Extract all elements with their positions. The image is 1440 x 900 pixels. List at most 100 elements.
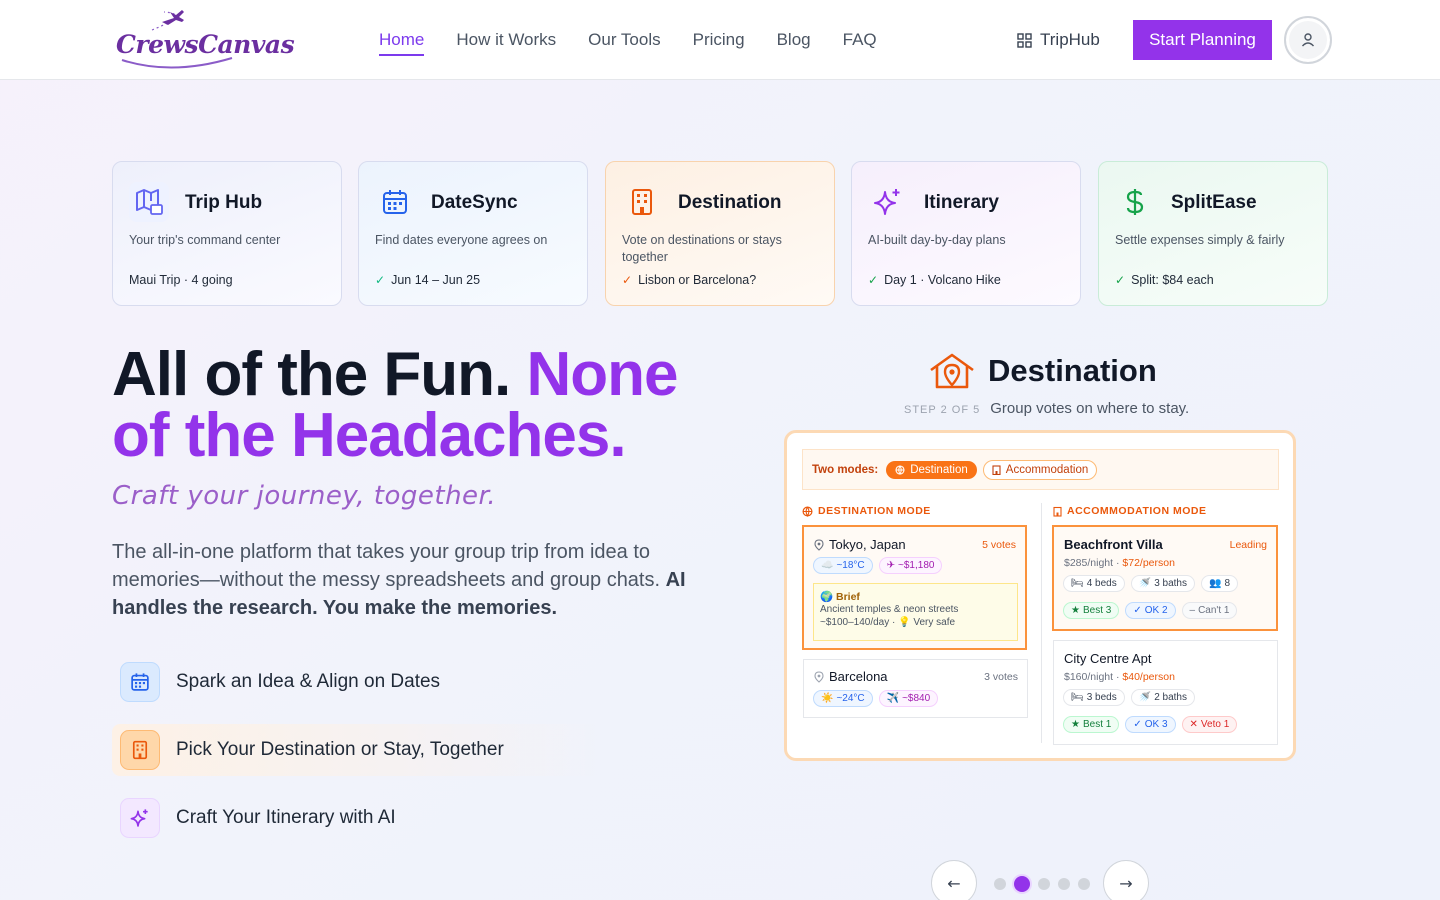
price-per-night: $285/night · bbox=[1064, 557, 1123, 569]
vote-count: 3 votes bbox=[984, 671, 1018, 683]
mode-accommodation-toggle[interactable]: Accommodation bbox=[982, 459, 1098, 480]
feature-item-itinerary[interactable]: Craft Your Itinerary with AI bbox=[112, 792, 602, 844]
carousel-dot-active[interactable] bbox=[1014, 876, 1030, 892]
price-line: $160/night · $40/person bbox=[1064, 671, 1175, 683]
destination-option-barcelona[interactable]: Barcelona 3 votes ☀️ ~24°C ✈️ ~$840 bbox=[803, 659, 1028, 718]
brief-line: ~$100–140/day · 💡 Very safe bbox=[820, 617, 956, 628]
hero-description: The all-in-one platform that takes your … bbox=[112, 538, 692, 622]
baths-value: 2 baths bbox=[1154, 692, 1187, 703]
vote-veto-chip[interactable]: ✕ Veto 1 bbox=[1181, 716, 1238, 733]
dash-icon: – bbox=[1189, 605, 1196, 616]
check-icon: ✓ bbox=[1115, 273, 1126, 287]
flight-chip: ✈ ~$1,180 bbox=[878, 557, 943, 574]
beds-chip: 🛏 3 beds bbox=[1063, 689, 1125, 706]
weather-value: ~18°C bbox=[836, 560, 865, 571]
option-name: Beachfront Villa bbox=[1064, 537, 1163, 552]
beds-value: 4 beds bbox=[1086, 578, 1117, 589]
baths-chip: 🚿 2 baths bbox=[1130, 689, 1195, 706]
nav-how-it-works[interactable]: How it Works bbox=[456, 30, 556, 56]
step-counter: STEP 2 OF 5 bbox=[904, 404, 981, 416]
avatar[interactable] bbox=[1284, 16, 1332, 64]
main-nav: Home How it Works Our Tools Pricing Blog… bbox=[379, 30, 877, 56]
carousel-prev-button[interactable]: ← bbox=[931, 860, 977, 900]
carousel-dots bbox=[994, 876, 1090, 892]
mode-destination-label: Destination bbox=[910, 463, 968, 476]
sparkles-icon bbox=[868, 182, 908, 222]
nav-blog[interactable]: Blog bbox=[777, 30, 811, 56]
step-header: Destination bbox=[928, 352, 1157, 390]
star-icon: ★ bbox=[1071, 719, 1080, 730]
weather-chip: ☀️ ~24°C bbox=[813, 690, 873, 707]
destination-option-tokyo[interactable]: Tokyo, Japan 5 votes ☁️ ~18°C ✈ ~$1,180 🌍 … bbox=[802, 525, 1027, 650]
brief-title-text: Brief bbox=[836, 591, 860, 603]
accommodation-mode-label: ACCOMMODATION MODE bbox=[1053, 505, 1206, 517]
vote-cant-chip[interactable]: – Can't 1 bbox=[1181, 602, 1238, 619]
tool-card-datesync[interactable]: DateSync Find dates everyone agrees on ✓… bbox=[358, 161, 588, 306]
carousel-next-button[interactable]: → bbox=[1103, 860, 1149, 900]
site-header: CrewsCanvas Home How it Works Our Tools … bbox=[0, 0, 1440, 80]
triphub-link[interactable]: TripHub bbox=[1017, 30, 1100, 50]
step-subtitle: Group votes on where to stay. bbox=[990, 400, 1190, 417]
logo[interactable]: CrewsCanvas bbox=[112, 8, 295, 70]
baths-chip: 🚿 3 baths bbox=[1130, 575, 1195, 592]
vote-best-value: Best 3 bbox=[1082, 605, 1112, 616]
globe-icon: 🌍 bbox=[820, 591, 834, 603]
plane-icon: ✈ bbox=[886, 560, 896, 571]
vote-best-chip[interactable]: ★ Best 1 bbox=[1063, 716, 1120, 733]
tool-card-trip-hub[interactable]: Trip Hub Your trip's command center Maui… bbox=[112, 161, 342, 306]
tool-footnote: ✓ Day 1 · Volcano Hike bbox=[868, 273, 1001, 287]
carousel-dot[interactable] bbox=[994, 878, 1006, 890]
tool-card-splitease[interactable]: SplitEase Settle expenses simply & fairl… bbox=[1098, 161, 1328, 306]
tool-description: Your trip's command center bbox=[129, 233, 281, 247]
globe-icon bbox=[802, 505, 813, 517]
leading-badge: Leading bbox=[1229, 539, 1267, 551]
flight-value: ~$1,180 bbox=[898, 560, 935, 571]
feature-item-dates[interactable]: Spark an Idea & Align on Dates bbox=[112, 656, 602, 708]
tool-footnote-text: Split: $84 each bbox=[1131, 273, 1214, 287]
modes-label: Two modes: bbox=[812, 463, 879, 476]
tool-description: Vote on destinations or stays together bbox=[622, 233, 782, 264]
tool-footnote-text: Jun 14 – Jun 25 bbox=[391, 273, 481, 287]
location-pin-icon bbox=[814, 670, 824, 683]
tool-footnote-text: Lisbon or Barcelona? bbox=[638, 273, 757, 287]
nav-faq[interactable]: FAQ bbox=[843, 30, 877, 56]
hero-title-dark: All of the Fun. bbox=[112, 340, 527, 409]
chip-row: ☀️ ~24°C ✈️ ~$840 bbox=[813, 690, 939, 707]
tool-description: AI-built day-by-day plans bbox=[868, 233, 1006, 247]
tool-description: Find dates everyone agrees on bbox=[375, 233, 548, 247]
vote-best-chip[interactable]: ★ Best 3 bbox=[1063, 602, 1120, 619]
vote-ok-chip[interactable]: ✓ OK 3 bbox=[1125, 716, 1176, 733]
house-location-icon bbox=[930, 353, 974, 389]
tool-card-itinerary[interactable]: Itinerary AI-built day-by-day plans ✓ Da… bbox=[851, 161, 1081, 306]
mode-destination-toggle[interactable]: Destination bbox=[886, 460, 977, 479]
nav-pricing[interactable]: Pricing bbox=[693, 30, 745, 56]
grid-icon bbox=[1017, 32, 1032, 48]
nav-our-tools[interactable]: Our Tools bbox=[588, 30, 660, 56]
price-line: $285/night · $72/person bbox=[1064, 557, 1175, 569]
vote-ok-chip[interactable]: ✓ OK 2 bbox=[1125, 602, 1176, 619]
stay-option-city-centre-apt[interactable]: City Centre Apt $160/night · $40/person … bbox=[1053, 640, 1278, 745]
nav-home[interactable]: Home bbox=[379, 30, 425, 56]
shower-icon: 🚿 bbox=[1138, 578, 1152, 589]
hero-description-text: The all-in-one platform that takes your … bbox=[112, 541, 666, 591]
tool-footnote: ✓ Jun 14 – Jun 25 bbox=[375, 273, 480, 287]
feature-label: Spark an Idea & Align on Dates bbox=[176, 671, 441, 692]
building-icon bbox=[120, 730, 160, 770]
hero-tagline: Craft your journey, together. bbox=[112, 481, 497, 511]
tool-footnote: Maui Trip · 4 going bbox=[129, 273, 233, 287]
vote-veto-value: Veto 1 bbox=[1200, 719, 1230, 730]
column-divider bbox=[1041, 503, 1042, 743]
feature-item-destination[interactable]: Pick Your Destination or Stay, Together bbox=[112, 724, 602, 776]
shower-icon: 🚿 bbox=[1138, 692, 1152, 703]
option-name: City Centre Apt bbox=[1064, 651, 1152, 666]
guests-chip: 👥 8 bbox=[1201, 575, 1239, 592]
stay-option-beachfront-villa[interactable]: Beachfront Villa Leading $285/night · $7… bbox=[1052, 525, 1278, 631]
carousel-dot[interactable] bbox=[1078, 878, 1090, 890]
star-icon: ★ bbox=[1071, 605, 1080, 616]
carousel-dot[interactable] bbox=[1038, 878, 1050, 890]
carousel-dot[interactable] bbox=[1058, 878, 1070, 890]
destination-brief: 🌍 Brief Ancient temples & neon streets ~… bbox=[813, 583, 1018, 641]
tool-card-destination[interactable]: Destination Vote on destinations or stay… bbox=[605, 161, 835, 306]
start-planning-button[interactable]: Start Planning bbox=[1133, 20, 1272, 60]
vote-count: 5 votes bbox=[982, 539, 1016, 551]
